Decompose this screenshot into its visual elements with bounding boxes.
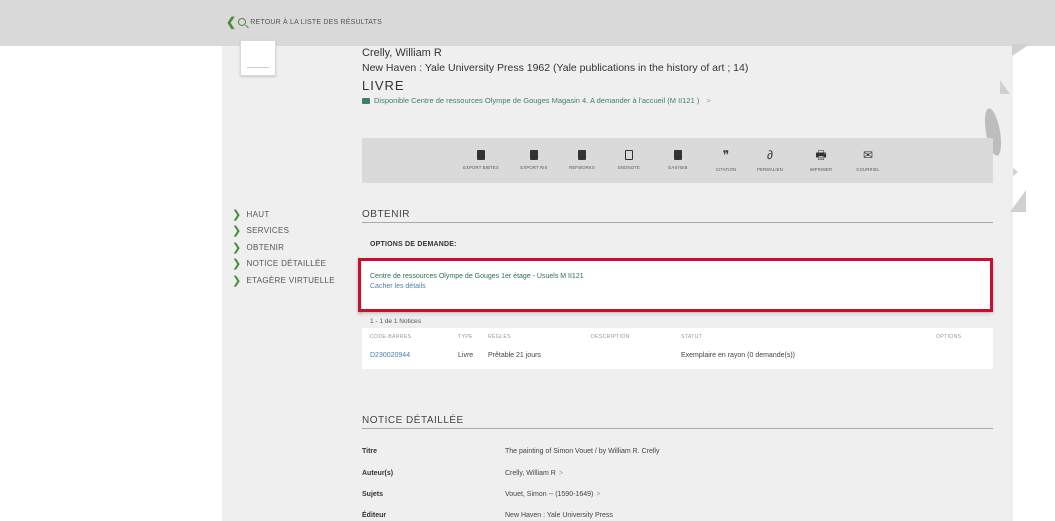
field-label-titre: Titre <box>362 448 378 455</box>
nav-item-label: ETAGÈRE VIRTUELLE <box>246 275 335 285</box>
book-cover-thumbnail[interactable] <box>240 40 276 76</box>
refworks-icon <box>578 150 586 160</box>
print-label: IMPRIMER <box>809 167 833 172</box>
hide-details-link[interactable]: Cacher les détails <box>370 283 426 290</box>
endnote-icon <box>625 150 633 160</box>
nav-item-label: NOTICE DÉTAILLÉE <box>246 259 327 269</box>
nav-item-etagere-virtuelle[interactable]: ❯ ETAGÈRE VIRTUELLE <box>232 272 335 289</box>
easybib-icon <box>674 150 682 160</box>
easybib-label: EASYBIB <box>668 165 688 170</box>
divider <box>362 222 993 223</box>
field-label-auteur: Auteur(s) <box>362 470 394 477</box>
field-label-sujets: Sujets <box>362 491 384 498</box>
notice-section-title: NOTICE DÉTAILLÉE <box>362 415 464 426</box>
column-header-options: OPTIONS <box>936 334 962 340</box>
nav-item-label: SERVICES <box>246 226 290 236</box>
barcode-link[interactable]: D230020944 <box>370 352 410 359</box>
column-header-barcode: CODE-BARRES <box>370 334 412 340</box>
notices-count: 1 - 1 de 1 Notices <box>370 318 421 325</box>
email-label: COURRIEL <box>856 167 880 172</box>
request-options-label: OPTIONS DE DEMANDE: <box>370 241 457 248</box>
back-to-results-link[interactable]: ❮ RETOUR À LA LISTE DES RÉSULTATS <box>226 14 382 29</box>
divider <box>362 428 993 429</box>
availability-link[interactable]: Disponible Centre de ressources Olympe d… <box>362 96 711 105</box>
export-ris-label: EXPORT RIS <box>520 165 548 170</box>
field-value-sujets[interactable]: Vouet, Simon -- (1590-1649) > <box>505 491 600 498</box>
nav-item-notice-detaillee[interactable]: ❯ NOTICE DÉTAILLÉE <box>232 256 335 273</box>
column-header-status: STATUT <box>681 334 703 340</box>
field-value-titre: The painting of Simon Vouet / by William… <box>505 448 659 455</box>
column-header-rules: RÈGLES <box>488 334 511 340</box>
location-link[interactable]: Centre de ressources Olympe de Gouges 1e… <box>370 273 584 280</box>
loan-rules: Prêtable 21 jours <box>488 352 541 359</box>
endnote-label: ENDNOTE <box>618 165 640 170</box>
item-type: Livre <box>458 352 474 359</box>
print-button[interactable]: 🖶 IMPRIMER <box>801 148 841 172</box>
availability-text: Disponible Centre de ressources Olympe d… <box>374 96 700 105</box>
refworks-button[interactable]: REFWORKS <box>562 148 602 170</box>
chevron-right-icon: ❯ <box>232 208 242 221</box>
nav-item-obtenir[interactable]: ❯ OBTENIR <box>232 239 335 256</box>
nav-item-haut[interactable]: ❯ HAUT <box>232 206 335 223</box>
field-value-editeur: New Haven : Yale University Press <box>505 512 613 519</box>
nav-item-label: HAUT <box>246 209 270 219</box>
holdings-table <box>362 328 993 369</box>
chevron-right-icon: ❯ <box>232 274 242 287</box>
permalink-label: PERMALIEN <box>756 167 783 172</box>
highlight-frame <box>358 258 993 312</box>
chevron-left-icon: ❮ <box>226 14 237 29</box>
availability-arrow: > <box>706 96 711 105</box>
email-button[interactable]: ✉ COURRIEL <box>848 148 888 172</box>
record-publication: New Haven : Yale University Press 1962 (… <box>362 62 749 74</box>
export-bibtex-label: EXPORT BIBTEX <box>463 165 499 170</box>
chevron-right-icon: ❯ <box>232 225 242 238</box>
quote-icon: ❞ <box>722 148 730 162</box>
field-value-text: New Haven : Yale University Press <box>505 512 613 519</box>
chevron-right-icon: ❯ <box>232 258 242 271</box>
easybib-button[interactable]: EASYBIB <box>658 148 698 170</box>
citation-label: CITATION <box>715 167 737 172</box>
export-ris-icon <box>530 150 538 160</box>
column-header-type: TYPE <box>458 334 473 340</box>
export-ris-button[interactable]: EXPORT RIS <box>514 148 554 170</box>
field-value-text: The painting of Simon Vouet / by William… <box>505 448 660 455</box>
nav-item-label: OBTENIR <box>246 242 285 252</box>
export-bibtex-icon <box>477 150 485 160</box>
record-author: Crelly, William R <box>362 47 442 59</box>
field-value-arrow: > <box>596 491 601 498</box>
nav-item-services[interactable]: ❯ SERVICES <box>232 223 335 240</box>
column-header-description: DESCRIPTION <box>591 334 630 340</box>
back-to-results-label: RETOUR À LA LISTE DES RÉSULTATS <box>250 18 382 26</box>
refworks-label: REFWORKS <box>569 165 595 170</box>
export-bibtex-button[interactable]: EXPORT BIBTEX <box>461 148 501 170</box>
field-value-auteur[interactable]: Crelly, William R > <box>505 470 563 477</box>
citation-button[interactable]: ❞ CITATION <box>706 148 746 172</box>
field-value-arrow: > <box>558 470 563 477</box>
search-icon <box>238 18 247 26</box>
decorative-shape <box>1013 168 1018 176</box>
field-value-text: Crelly, William R <box>505 470 556 477</box>
endnote-button[interactable]: ENDNOTE <box>609 148 649 170</box>
book-icon <box>362 97 370 104</box>
field-value-text: Vouet, Simon -- (1590-1649) <box>505 491 594 498</box>
link-icon: ∂ <box>767 148 773 162</box>
item-status: Exemplaire en rayon (0 demande(s)) <box>681 352 795 359</box>
printer-icon: 🖶 <box>815 148 827 162</box>
chevron-right-icon: ❯ <box>232 241 242 254</box>
top-bar: ❮ RETOUR À LA LISTE DES RÉSULTATS <box>0 0 1055 46</box>
record-type: LIVRE <box>362 78 405 93</box>
mail-icon: ✉ <box>862 148 874 162</box>
section-nav: ❯ HAUT ❯ SERVICES ❯ OBTENIR ❯ NOTICE DÉT… <box>232 206 335 289</box>
permalink-button[interactable]: ∂ PERMALIEN <box>750 148 790 172</box>
obtenir-section-title: OBTENIR <box>362 209 410 220</box>
field-label-editeur: Éditeur <box>362 512 387 519</box>
